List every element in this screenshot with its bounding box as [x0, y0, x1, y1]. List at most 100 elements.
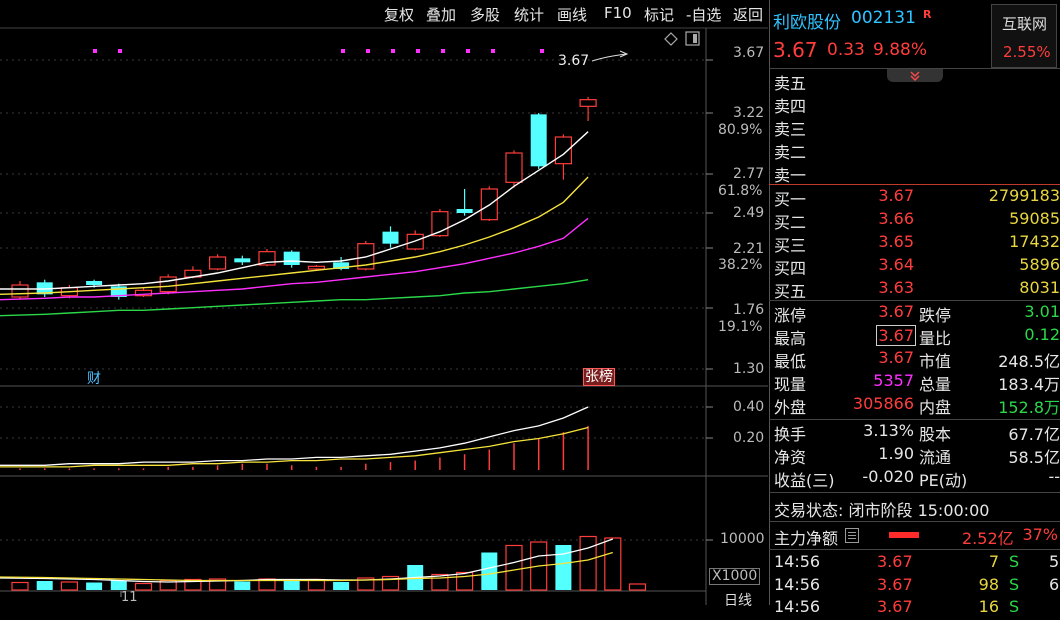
stock-name: 利欧股份 [773, 13, 841, 33]
flow-bar [889, 532, 919, 538]
orderbook-buy-4[interactable]: 买四 3.64 5896 [769, 255, 1060, 278]
candle-body [307, 265, 325, 270]
candle [554, 134, 573, 180]
candle [110, 283, 127, 300]
price-tick-2: 3.22 [733, 105, 765, 121]
candle-body [209, 256, 227, 270]
volume-bar [134, 582, 153, 591]
diamond-icon[interactable] [664, 32, 678, 46]
event-dot [341, 49, 345, 53]
panel-toggle-icon[interactable] [685, 31, 700, 46]
period-label[interactable]: 日线 [724, 590, 752, 610]
list-icon[interactable] [845, 528, 859, 543]
candle [283, 250, 300, 268]
event-dot [366, 49, 370, 53]
candle-body [554, 136, 573, 165]
stat-row-high: 最高 3.67 量比 0.12 [774, 325, 1060, 348]
current-price: 3.67 [773, 38, 818, 62]
price-tick-1: 3.67 [733, 45, 765, 61]
orderbook-buy-5[interactable]: 买五 3.63 8031 [769, 278, 1060, 301]
volume-bar [283, 580, 300, 590]
moving-average-lines [0, 131, 589, 317]
volume-bar [505, 544, 523, 591]
volume-bar [86, 582, 103, 590]
orderbook-buy-2[interactable]: 买二 3.66 59085 [769, 209, 1060, 232]
zhangbang-marker[interactable]: 张榜 [583, 368, 615, 386]
volume-tick: 10000 [720, 531, 765, 547]
tick-row: 14:56 3.67 7 S 5 [774, 552, 1060, 571]
volume-bar [234, 581, 251, 590]
finance-marker[interactable]: 财 [87, 368, 101, 388]
orderbook-buy-3[interactable]: 买三 3.65 17432 [769, 232, 1060, 255]
volume-bar [555, 545, 572, 590]
volume-bar [604, 537, 622, 591]
candle [480, 186, 498, 221]
sector-pct: 2.55% [1003, 43, 1051, 61]
candle-body [234, 258, 251, 263]
price-tick-7: 1.30 [733, 361, 765, 377]
stat-row-low: 最低 3.67 市值 248.5亿 [774, 348, 1060, 371]
indicator-line-2 [0, 426, 589, 468]
volume-bar [579, 535, 597, 591]
stat-row-eps: 收益(三) -0.020 PE(动) -- [774, 467, 1060, 490]
trade-status: 交易状态: 闭市阶段 15:00:00 [774, 501, 990, 520]
orderbook-sell-5[interactable]: 卖五 [769, 70, 1060, 93]
volume-bar [456, 571, 474, 591]
candle-body [505, 152, 523, 183]
orderbook-sell-2[interactable]: 卖二 [769, 139, 1060, 162]
event-dot [441, 49, 445, 53]
price-tick-6: 1.76 [733, 302, 765, 318]
r-badge: R [923, 8, 932, 21]
ma10-line [0, 176, 589, 295]
orderbook-buy-1[interactable]: 买一 3.67 2799183 [769, 186, 1060, 209]
stat-row-netasset: 净资 1.90 流通 58.5亿 [774, 444, 1060, 467]
stat-row-limit: 涨停 3.67 跌停 3.01 [774, 302, 1060, 325]
event-dot [540, 49, 544, 53]
candle-body [530, 114, 547, 167]
candle-body [86, 281, 103, 285]
date-label: 11 [121, 590, 138, 605]
volume-bar [333, 582, 350, 590]
pct-tick-3: 38.2% [718, 257, 763, 273]
orderbook-sell-4[interactable]: 卖四 [769, 93, 1060, 116]
candle [579, 97, 597, 121]
price-tick-5: 2.21 [733, 241, 765, 257]
kline-chart[interactable] [0, 0, 768, 605]
high-price-label: 3.67 [558, 53, 590, 69]
orderbook-sell-1[interactable]: 卖一 [769, 162, 1060, 185]
sector-box[interactable]: 互联网 2.55% [991, 4, 1057, 68]
candle-body [579, 99, 597, 107]
volume-bar [481, 552, 498, 590]
indicator-tick-1: 0.40 [733, 399, 765, 415]
orderbook-sell-3[interactable]: 卖三 [769, 116, 1060, 139]
candle-body [283, 251, 300, 265]
price-change: 0.33 [827, 40, 865, 60]
high-price-marker-arrow [591, 50, 629, 62]
candle-body [11, 284, 29, 298]
price-tick-4: 2.49 [733, 205, 765, 221]
pct-tick-1: 80.9% [718, 122, 763, 138]
pct-tick-2: 61.8% [718, 183, 763, 199]
candle [234, 255, 251, 265]
candle [382, 226, 399, 248]
candle [159, 274, 177, 295]
indicator-line-1 [0, 406, 589, 466]
stat-row-turnover: 换手 3.13% 股本 67.7亿 [774, 421, 1060, 444]
candle [209, 254, 227, 271]
tick-row: 14:56 3.67 98 S 6 [774, 575, 1060, 594]
volume-unit: X1000 [709, 568, 761, 585]
candle [431, 209, 449, 237]
event-dot [416, 49, 420, 53]
main-flow-row[interactable]: 主力净额 2.52亿 37% [769, 525, 1060, 548]
candle [456, 189, 473, 216]
event-dot [93, 49, 97, 53]
ma5-line [0, 131, 589, 290]
price-tick-3: 2.77 [733, 166, 765, 182]
volume-bar [628, 583, 647, 591]
candle [134, 287, 153, 297]
quote-panel: 利欧股份 002131 R 互联网 2.55% 3.67 0.33 9.88% … [769, 0, 1060, 616]
event-dot [491, 49, 495, 53]
volume-bar [11, 581, 29, 591]
tick-row: 14:56 3.67 16 S [774, 597, 1020, 616]
indicator-tick-2: 0.20 [733, 430, 765, 446]
